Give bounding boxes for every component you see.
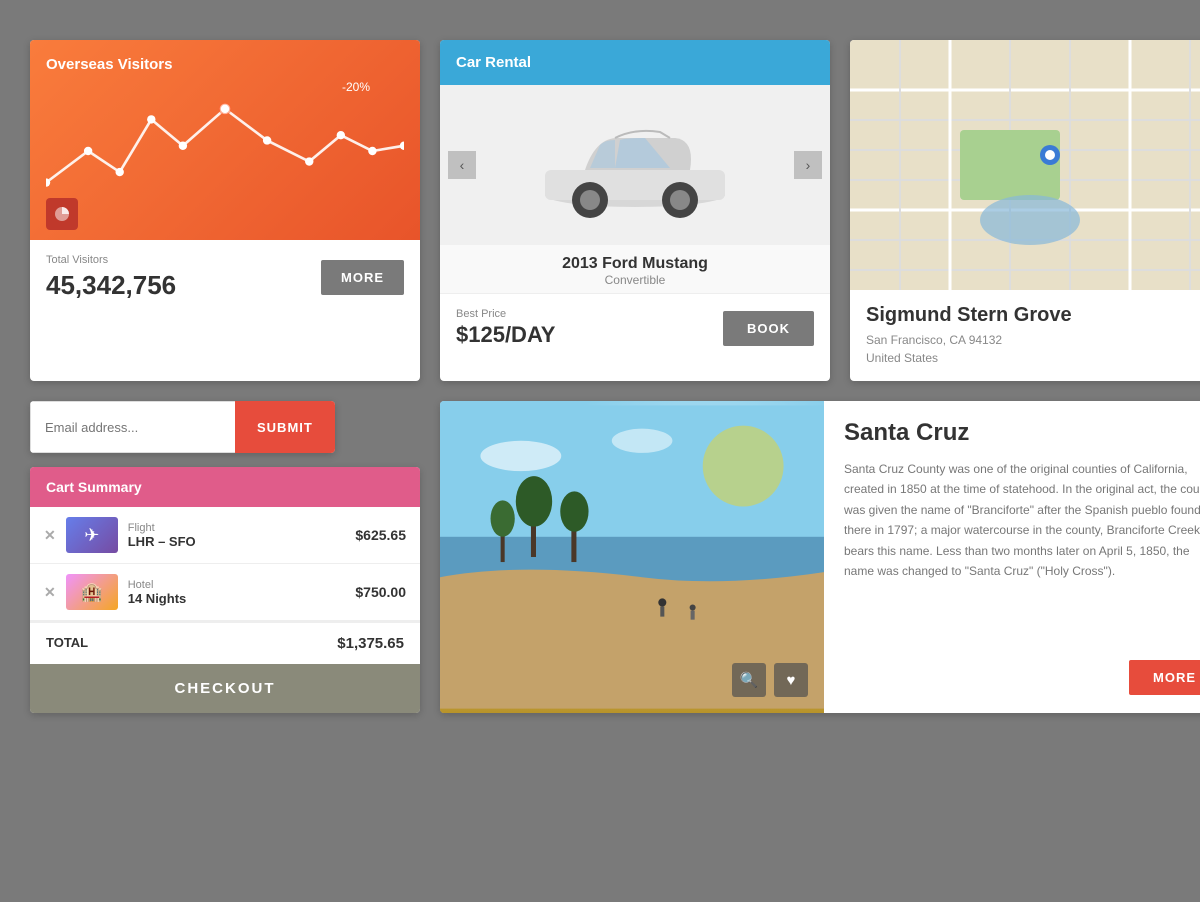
map-address-line1: San Francisco, CA 94132 [866,331,1200,349]
cart-item-hotel: ✕ 🏨 Hotel 14 Nights $750.00 [30,564,420,621]
hotel-type: Hotel [128,579,346,591]
price-value: $125/DAY [456,322,555,348]
map-area: + - ⊙ [850,40,1200,290]
pie-chart-icon [46,198,78,230]
santa-cruz-more-button[interactable]: MORE [1129,660,1200,695]
santa-cruz-card: 🔍 ♥ Santa Cruz Santa Cruz County was one… [440,401,1200,713]
map-place-name: Sigmund Stern Grove [866,304,1200,327]
chart-area: Overseas Visitors -20% [30,40,420,240]
hotel-price: $750.00 [355,584,406,600]
price-label: Best Price [456,308,555,320]
prev-car-button[interactable]: ‹ [448,151,476,179]
visitors-card: Overseas Visitors -20% [30,40,420,381]
flight-type: Flight [128,522,346,534]
hotel-info: Hotel 14 Nights [128,579,346,606]
flight-desc: LHR – SFO [128,534,346,549]
car-name: 2013 Ford Mustang [440,255,830,273]
map-card: + - ⊙ Sigmund Stern Grove San Francisco,… [850,40,1200,381]
remove-hotel-button[interactable]: ✕ [44,584,56,601]
hotel-desc: 14 Nights [128,591,346,606]
cart-item-flight: ✕ ✈ Flight LHR – SFO $625.65 [30,507,420,564]
more-button[interactable]: MORE [321,260,404,295]
visitors-label: Total Visitors [46,254,176,266]
book-button[interactable]: BOOK [723,311,814,346]
car-price-row: Best Price $125/DAY BOOK [440,293,830,362]
chart-label: -20% [342,80,370,94]
search-image-button[interactable]: 🔍 [732,663,766,697]
cart-header: Cart Summary [30,467,420,507]
submit-button[interactable]: SUBMIT [235,401,335,453]
santa-cruz-title: Santa Cruz [844,419,1200,447]
car-image [525,110,745,220]
email-form-card: SUBMIT [30,401,335,453]
cart-total-row: TOTAL $1,375.65 [30,621,420,664]
flight-price: $625.65 [355,527,406,543]
image-overlay-icons: 🔍 ♥ [732,663,808,697]
line-chart [46,86,404,216]
visitors-count: 45,342,756 [46,270,176,301]
car-info: 2013 Ford Mustang Convertible [440,245,830,293]
next-car-button[interactable]: › [794,151,822,179]
favorite-button[interactable]: ♥ [774,663,808,697]
cart-total-label: TOTAL [46,635,88,652]
santa-cruz-image: 🔍 ♥ [440,401,824,713]
santa-cruz-content: Santa Cruz Santa Cruz County was one of … [824,401,1200,713]
map-address-line2: United States [866,349,1200,367]
email-input[interactable] [30,401,235,453]
car-type: Convertible [440,273,830,287]
flight-info: Flight LHR – SFO [128,522,346,549]
car-rental-header: Car Rental [440,40,830,85]
car-rental-card: Car Rental ‹ › [440,40,830,381]
santa-cruz-description: Santa Cruz County was one of the origina… [844,459,1200,644]
car-image-area: ‹ › [440,85,830,245]
hotel-thumbnail: 🏨 [66,574,118,610]
map-svg [850,40,1200,290]
remove-flight-button[interactable]: ✕ [44,527,56,544]
cart-card: Cart Summary ✕ ✈ Flight LHR – SFO $625.6… [30,467,420,713]
chart-title: Overseas Visitors [46,56,404,73]
flight-thumbnail: ✈ [66,517,118,553]
map-info: Sigmund Stern Grove San Francisco, CA 94… [850,290,1200,381]
cart-total-price: $1,375.65 [337,635,404,652]
visitors-footer: Total Visitors 45,342,756 MORE [30,240,420,315]
checkout-button[interactable]: CHECKOUT [30,664,420,713]
